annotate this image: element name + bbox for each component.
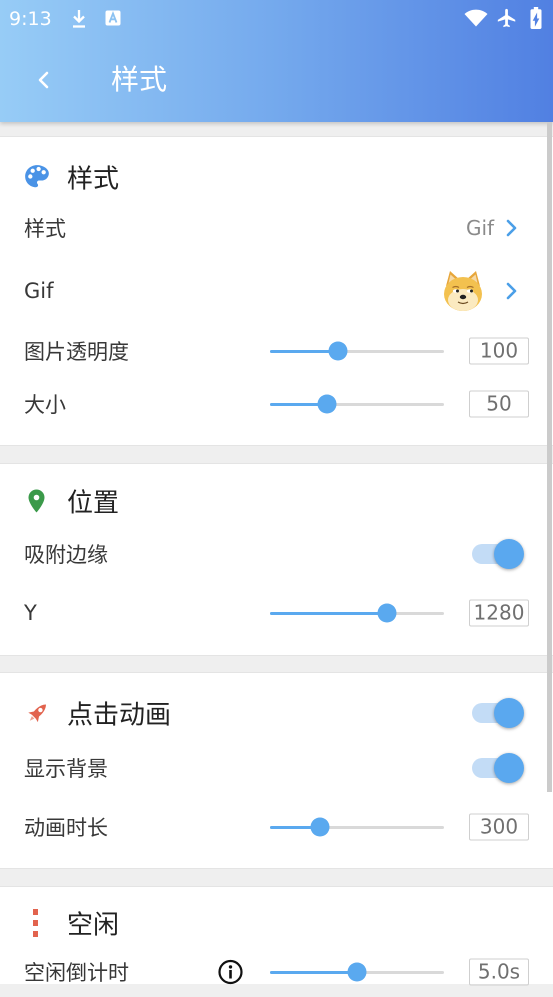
- section-title: 点击动画: [67, 700, 172, 731]
- idle-countdown-slider[interactable]: [270, 961, 444, 983]
- chevron-right-icon: [506, 219, 517, 237]
- size-value-box[interactable]: 50: [469, 390, 529, 418]
- section-title: 位置: [67, 488, 120, 519]
- section-title: 样式: [67, 164, 120, 195]
- row-label: 显示背景: [24, 757, 108, 781]
- section-header: 空闲: [0, 898, 553, 948]
- style-select-row[interactable]: 样式 Gif: [0, 203, 553, 253]
- switch-thumb: [494, 698, 524, 728]
- opacity-slider[interactable]: [270, 340, 444, 362]
- snap-edge-switch[interactable]: [472, 537, 526, 571]
- row-label: 空闲倒计时: [24, 961, 129, 985]
- section-idle: 空闲 空闲倒计时 5.0s: [0, 886, 553, 986]
- snap-edge-row: 吸附边缘: [0, 529, 553, 579]
- row-label: 样式: [24, 217, 66, 241]
- duration-value-box[interactable]: 300: [469, 813, 529, 841]
- size-row: 大小 50: [0, 379, 553, 429]
- slider-thumb[interactable]: [377, 603, 397, 623]
- y-value-box[interactable]: 1280: [469, 599, 529, 627]
- row-label: 动画时长: [24, 816, 108, 840]
- row-value: Gif: [466, 216, 495, 240]
- idle-countdown-value-box[interactable]: 5.0s: [469, 958, 529, 986]
- row-label: Y: [24, 601, 37, 625]
- row-label: 大小: [24, 393, 66, 417]
- wifi-icon: [464, 9, 488, 27]
- section-header: 样式: [0, 152, 553, 202]
- section-header: 位置: [0, 476, 553, 526]
- slider-fill: [270, 612, 387, 615]
- size-slider[interactable]: [270, 393, 444, 415]
- airplane-mode-icon: [497, 8, 516, 28]
- back-button[interactable]: [28, 62, 60, 98]
- section-header: 点击动画: [0, 688, 553, 738]
- animation-duration-slider[interactable]: [270, 816, 444, 838]
- info-icon[interactable]: [218, 959, 243, 985]
- slider-fill: [270, 971, 357, 974]
- scrollbar[interactable]: [547, 122, 552, 792]
- show-background-row: 显示背景: [0, 743, 553, 793]
- switch-thumb: [494, 753, 524, 783]
- section-click-animation: 点击动画 显示背景 动画时长 300: [0, 672, 553, 869]
- slider-thumb[interactable]: [347, 962, 367, 982]
- opacity-value-box[interactable]: 100: [469, 337, 529, 365]
- slider-thumb[interactable]: [328, 341, 348, 361]
- row-label: Gif: [24, 279, 54, 303]
- gif-select-row[interactable]: Gif: [0, 266, 553, 316]
- click-animation-switch[interactable]: [472, 696, 526, 730]
- status-time: 9:13: [9, 8, 52, 30]
- switch-thumb: [494, 539, 524, 569]
- doge-face-image: [444, 271, 482, 311]
- animation-duration-row: 动画时长 300: [0, 802, 553, 852]
- slider-thumb[interactable]: [310, 817, 330, 837]
- page-title: 样式: [111, 63, 168, 96]
- a-box-icon: [105, 10, 121, 26]
- row-label: 吸附边缘: [24, 543, 108, 567]
- chevron-left-icon: [38, 71, 49, 89]
- battery-charging-icon: [530, 7, 542, 29]
- slider-thumb[interactable]: [317, 394, 337, 414]
- section-style: 样式 样式 Gif Gif 图片透明度 100 大小 50: [0, 136, 553, 446]
- idle-countdown-row: 空闲倒计时 5.0s: [0, 947, 553, 997]
- show-background-switch[interactable]: [472, 751, 526, 785]
- y-position-slider[interactable]: [270, 602, 444, 624]
- app-bar: 9:13 样式: [0, 0, 553, 122]
- download-icon: [73, 10, 85, 28]
- location-pin-icon: [28, 489, 45, 513]
- section-title: 空闲: [67, 910, 120, 941]
- opacity-row: 图片透明度 100: [0, 326, 553, 376]
- chevron-right-icon: [506, 282, 517, 300]
- row-label: 图片透明度: [24, 340, 129, 364]
- y-position-row: Y 1280: [0, 588, 553, 638]
- section-position: 位置 吸附边缘 Y 1280: [0, 463, 553, 656]
- vertical-dots-icon: [33, 909, 38, 937]
- rocket-icon: [28, 704, 46, 723]
- palette-icon: [25, 165, 49, 188]
